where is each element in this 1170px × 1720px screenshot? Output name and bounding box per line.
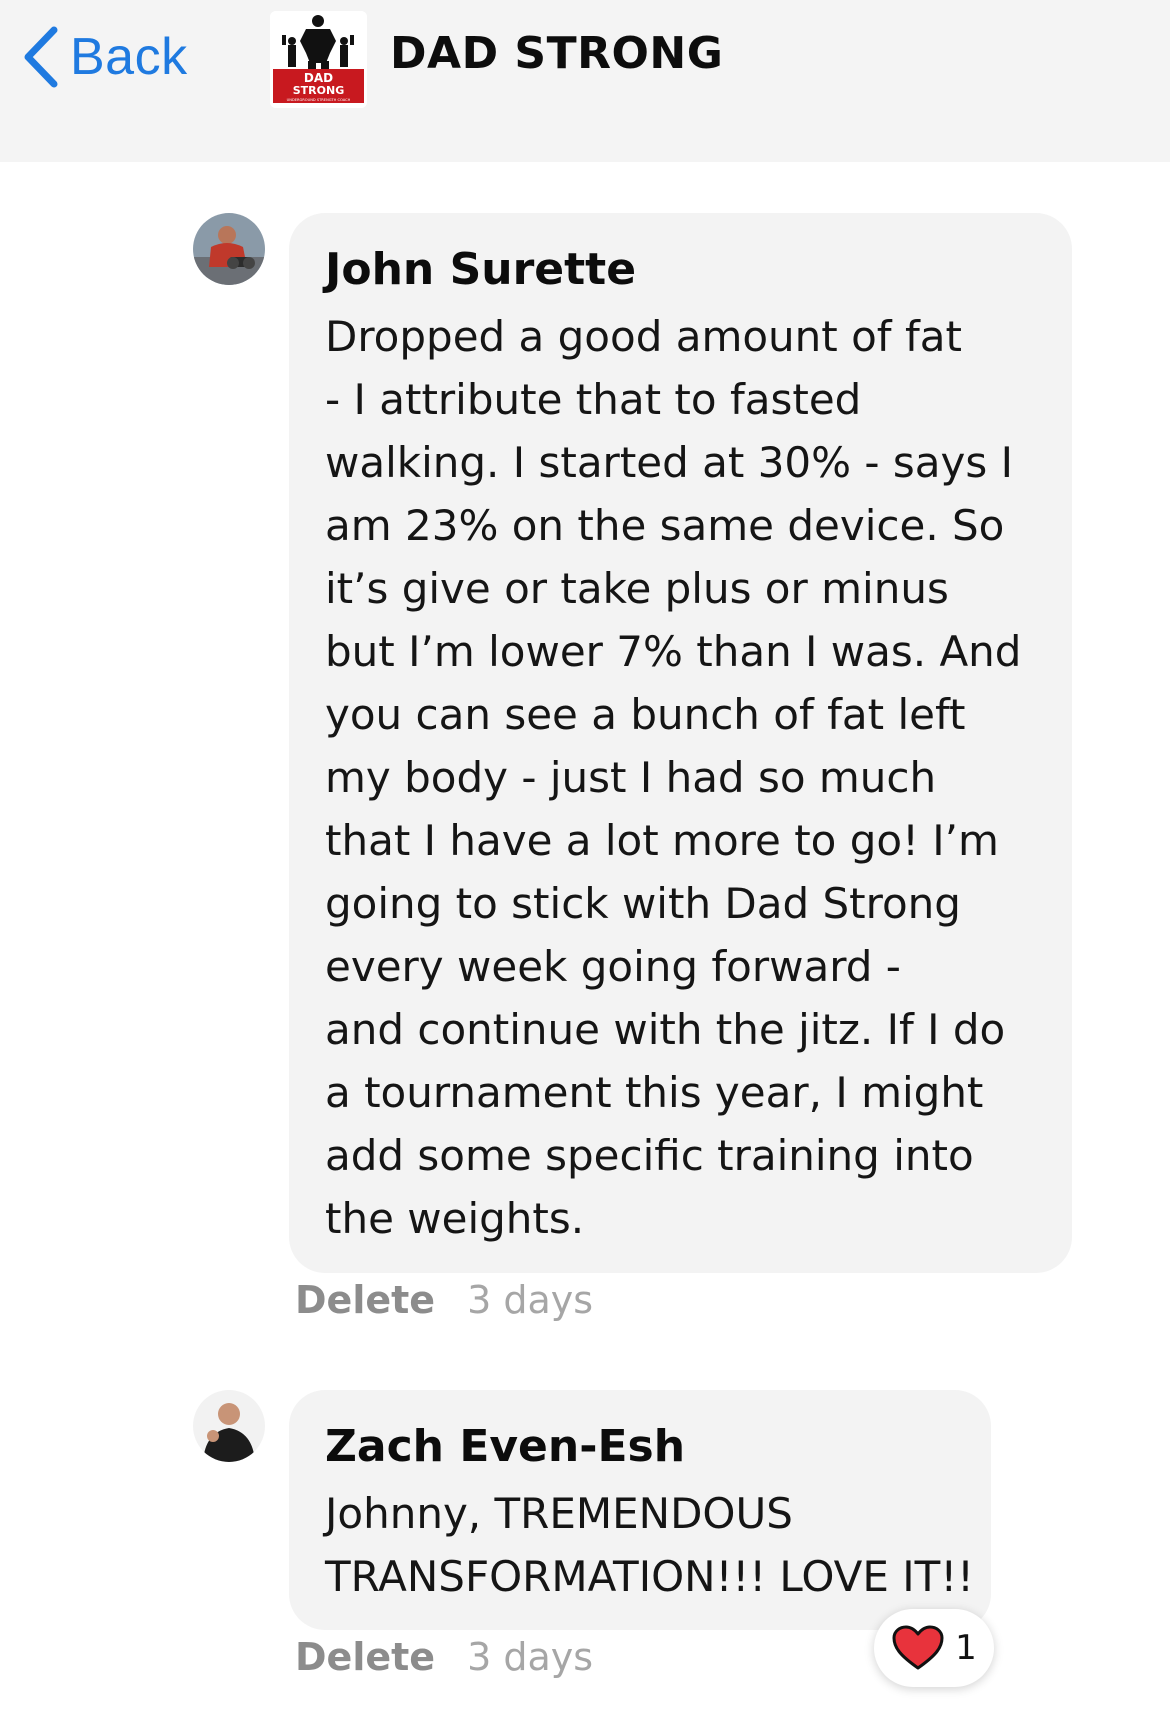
comment-line: - I attribute that to fasted	[325, 375, 862, 424]
comment-meta: Delete 3 days	[295, 1278, 593, 1322]
comment-line: going to stick with Dad Strong	[325, 879, 961, 928]
delete-button[interactable]: Delete	[295, 1635, 435, 1679]
top-bar: Back DAD STRONG UNDERGROUND STRENGTH COA…	[0, 0, 1170, 162]
comment-timestamp: 3 days	[467, 1278, 594, 1322]
logo-text-line2: STRONG	[293, 84, 344, 97]
comment-line: but I’m lower 7% than I was. And	[325, 627, 1022, 676]
logo-text-line1: DAD	[304, 71, 333, 85]
comment-line: Dropped a good amount of fat	[325, 312, 962, 361]
comment-text: Johnny, TREMENDOUS TRANSFORMATION!!! LOV…	[325, 1482, 974, 1608]
comment-line: my body - just I had so much	[325, 753, 937, 802]
reaction-badge[interactable]: 1	[874, 1609, 994, 1687]
chevron-left-icon	[24, 26, 58, 88]
reaction-count: 1	[955, 1628, 977, 1668]
commenter-avatar[interactable]	[193, 1390, 265, 1462]
user-avatar-icon	[193, 1390, 265, 1462]
dad-strong-logo-icon: DAD STRONG UNDERGROUND STRENGTH COACH	[270, 11, 367, 108]
comment-meta: Delete 3 days	[295, 1635, 593, 1679]
comment-line: every week going forward -	[325, 942, 901, 991]
comment-line: Johnny, TREMENDOUS	[325, 1489, 793, 1538]
comment-text: Dropped a good amount of fat - I attribu…	[325, 305, 1021, 1250]
comment-line: that I have a lot more to go! I’m	[325, 816, 999, 865]
comment-line: a tournament this year, I might	[325, 1068, 984, 1117]
comment-line: you can see a bunch of fat left	[325, 690, 966, 739]
heart-icon	[892, 1625, 944, 1670]
comment-line: add some specific training into	[325, 1131, 974, 1180]
comment-line: TRANSFORMATION!!! LOVE IT!!	[325, 1552, 974, 1601]
comment-line: it’s give or take plus or minus	[325, 564, 949, 613]
comment-line: am 23% on the same device. So	[325, 501, 1005, 550]
comment-line: walking. I started at 30% - says I	[325, 438, 1013, 487]
commenter-avatar[interactable]	[193, 213, 265, 285]
back-button[interactable]: Back	[22, 22, 188, 92]
comment-author[interactable]: Zach Even-Esh	[325, 1421, 685, 1472]
comment-line: the weights.	[325, 1194, 585, 1243]
comment-author[interactable]: John Surette	[325, 244, 636, 295]
logo-tagline: UNDERGROUND STRENGTH COACH	[287, 98, 351, 102]
user-avatar-icon	[193, 213, 265, 285]
back-label: Back	[70, 28, 188, 86]
comment-line: and continue with the jitz. If I do	[325, 1005, 1006, 1054]
group-title: DAD STRONG	[390, 28, 724, 79]
delete-button[interactable]: Delete	[295, 1278, 435, 1322]
comment-timestamp: 3 days	[467, 1635, 594, 1679]
